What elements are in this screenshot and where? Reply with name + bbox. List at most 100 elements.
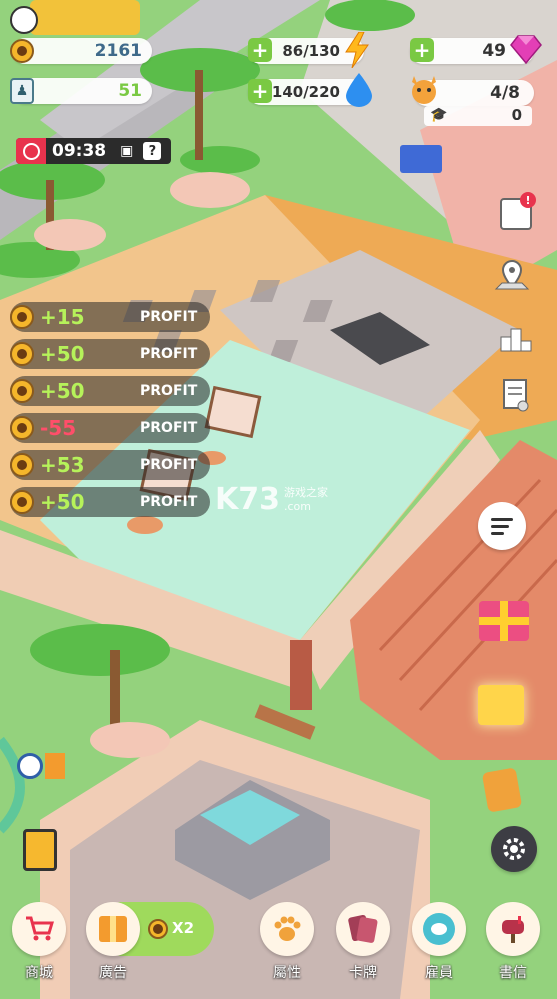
attributes-button[interactable] <box>260 902 314 956</box>
player-avatar[interactable] <box>10 6 38 34</box>
coin-icon <box>10 305 34 329</box>
water-value: 140/220 <box>271 83 340 101</box>
staff-value: 51 <box>118 81 142 101</box>
add-gems-button[interactable]: + <box>410 38 434 62</box>
shop-button[interactable] <box>12 902 66 956</box>
coins-counter: 2161 <box>10 38 152 64</box>
camera-icon: ▣ <box>120 143 134 159</box>
lightning-icon <box>345 32 369 68</box>
leaderboard-button[interactable] <box>494 316 538 360</box>
profit-amount: -55 <box>40 416 77 440</box>
graduates-counter: 🎓 0 <box>424 106 532 126</box>
water-counter: + 140/220 <box>248 73 372 107</box>
gift-ads-icon <box>99 916 127 942</box>
alarm-clock-icon <box>16 138 46 164</box>
mail-button[interactable] <box>486 902 540 956</box>
water-drop-icon <box>346 73 372 107</box>
profit-row: +50 PROFIT <box>10 487 210 517</box>
profit-row: -55 PROFIT <box>10 413 210 443</box>
cards-button[interactable] <box>336 902 390 956</box>
profit-amount: +50 <box>40 342 85 366</box>
shopping-cart-icon <box>26 916 54 941</box>
mail-label: 書信 <box>499 965 527 981</box>
gem-icon <box>510 35 542 64</box>
profit-label: PROFIT <box>140 309 198 325</box>
mystery-box-button[interactable] <box>480 767 524 813</box>
graduation-cap-icon: 🎓 <box>430 107 448 123</box>
profit-label: PROFIT <box>140 494 198 510</box>
add-energy-button[interactable]: + <box>248 38 272 62</box>
coin-icon <box>10 39 34 63</box>
document-button[interactable] <box>494 373 538 417</box>
profit-row: +53 PROFIT <box>10 450 210 480</box>
bear-face-icon <box>423 913 455 945</box>
settings-button[interactable] <box>491 826 537 872</box>
profit-row: +50 PROFIT <box>10 339 210 369</box>
add-water-button[interactable]: + <box>248 79 272 103</box>
gems-value: 49 <box>482 41 506 61</box>
employees-label: 雇員 <box>425 965 453 981</box>
bus-decoration <box>30 0 140 35</box>
gems-counter: + 49 <box>410 35 542 64</box>
event-timer[interactable]: 09:38 ▣ ? <box>16 138 171 164</box>
pets-counter: 4/8 <box>412 76 534 106</box>
coin-icon <box>10 453 34 477</box>
timer-value: 09:38 <box>52 141 107 161</box>
profit-amount: +53 <box>40 453 85 477</box>
golden-chest-icon <box>478 685 524 725</box>
calendar-button[interactable]: ! <box>494 192 538 236</box>
help-button[interactable]: ? <box>143 142 162 160</box>
mystery-crate-icon <box>481 767 523 813</box>
profit-label: PROFIT <box>140 457 198 473</box>
energy-counter: + 86/130 <box>248 32 369 68</box>
bonus-coin-icon <box>148 919 168 939</box>
profit-label: PROFIT <box>140 346 198 362</box>
ads-multiplier: X2 <box>172 919 195 937</box>
coins-value: 2161 <box>94 41 142 61</box>
treasure-chest-button[interactable] <box>474 680 528 730</box>
profit-amount: +50 <box>40 379 85 403</box>
staff-icon: ♟ <box>10 78 34 104</box>
staff-counter: ♟ 51 <box>10 78 152 104</box>
podium-icon <box>500 328 532 352</box>
cards-label: 卡牌 <box>349 965 377 981</box>
ticket-box-icon <box>23 829 57 871</box>
map-location-button[interactable] <box>490 255 534 299</box>
shop-label: 商城 <box>25 965 53 981</box>
watermark-domain: .com <box>284 500 311 513</box>
graduates-value: 0 <box>511 106 522 124</box>
profit-label: PROFIT <box>140 420 198 436</box>
profit-label: PROFIT <box>140 383 198 399</box>
attributes-label: 屬性 <box>273 965 301 981</box>
gift-box-icon <box>479 601 529 641</box>
paw-icon <box>274 916 301 941</box>
gift-box-button[interactable] <box>476 596 532 646</box>
watermark-site: 游戏之家 <box>284 486 328 499</box>
cards-icon <box>347 914 378 944</box>
pet-icon <box>412 76 436 104</box>
chat-button[interactable] <box>478 502 526 550</box>
coin-icon <box>10 490 34 514</box>
watermark: K73 游戏之家 .com <box>215 482 328 517</box>
profit-amount: +50 <box>40 490 85 514</box>
map-pin-icon <box>494 259 530 290</box>
certificate-icon <box>503 379 529 412</box>
profit-row: +50 PROFIT <box>10 376 210 406</box>
coin-icon <box>10 379 34 403</box>
energy-value: 86/130 <box>282 42 340 60</box>
coin-icon <box>10 416 34 440</box>
chat-icon <box>491 517 513 535</box>
watermark-logo: K73 <box>215 482 280 517</box>
timed-gift-button[interactable] <box>14 744 68 788</box>
ads-button[interactable] <box>86 902 140 956</box>
mailbox-icon <box>502 916 524 943</box>
stopwatch-icon <box>17 753 43 779</box>
gear-icon <box>503 838 525 860</box>
gift-icon <box>45 753 65 779</box>
ads-label: 廣告 <box>99 965 127 981</box>
ticket-machine-button[interactable] <box>18 828 62 872</box>
pets-value: 4/8 <box>490 83 520 103</box>
profit-amount: +15 <box>40 305 85 329</box>
alert-badge-icon: ! <box>520 192 536 208</box>
employees-button[interactable] <box>412 902 466 956</box>
